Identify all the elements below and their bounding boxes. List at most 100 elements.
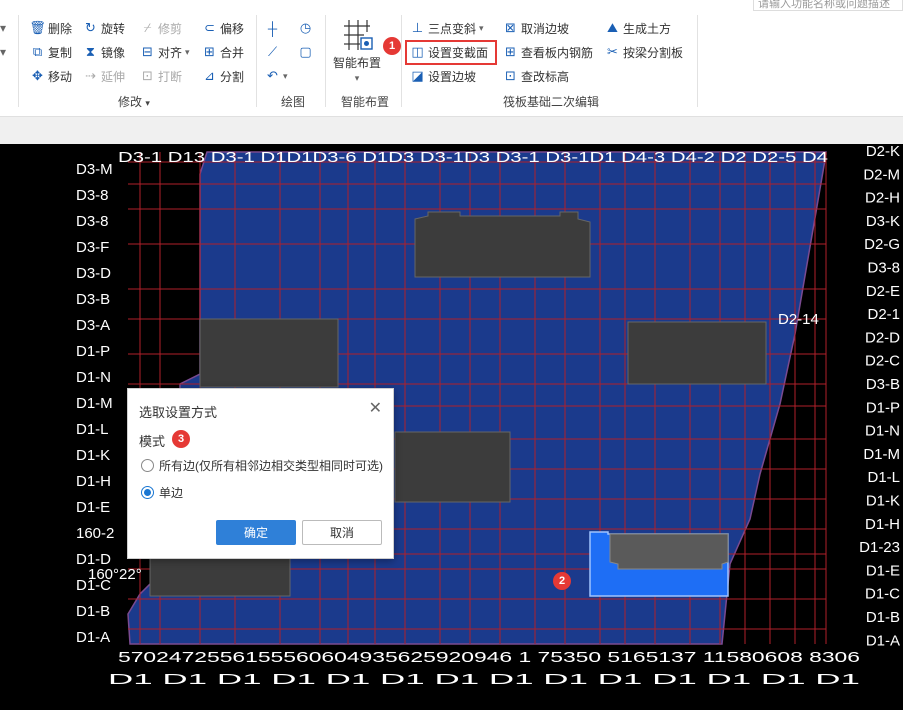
- pit-region[interactable]: [627, 321, 767, 385]
- axis-label: D3-K: [866, 213, 900, 230]
- draw-arc-button[interactable]: ↶ ▾: [265, 66, 287, 86]
- split-by-beam-button[interactable]: ✂ 按梁分割板: [605, 42, 683, 62]
- axis-label: D1-L: [867, 469, 900, 486]
- divider: [18, 15, 19, 107]
- axis-label: D1-N: [865, 423, 900, 440]
- move-button[interactable]: ✥ 移动: [30, 66, 72, 86]
- trim-button[interactable]: ⌿ 修剪: [140, 18, 182, 38]
- align-button[interactable]: ⊟ 对齐 ▾: [140, 42, 190, 62]
- rotate-button[interactable]: ↻ 旋转: [83, 18, 125, 38]
- copy-button[interactable]: ⧉ 复制: [30, 42, 72, 62]
- draw-arc-tool-button[interactable]: ◷: [298, 18, 313, 38]
- draw-line-button[interactable]: ⟋: [265, 42, 280, 62]
- overflow-chevron-icon[interactable]: ▾: [0, 18, 6, 38]
- axis-label: D3-F: [76, 239, 109, 256]
- align-icon: ⊟: [142, 44, 153, 59]
- axis-label: D1-A: [76, 629, 110, 646]
- trim-icon: ⌿: [143, 20, 152, 35]
- button-label: 打断: [158, 69, 183, 84]
- button-label: 按梁分割板: [623, 45, 684, 60]
- axis-label: D1-C: [76, 577, 111, 594]
- option-all-label: 所有边(仅所有相邻边相交类型相同时可选): [159, 459, 383, 473]
- button-label: 偏移: [220, 21, 245, 36]
- button-label: 复制: [48, 45, 73, 60]
- move-icon: ✥: [32, 68, 43, 83]
- top-axis-labels: D3-1 D13 D3-1 D1D1D3-6 D1D3 D3-1D3 D3-1 …: [118, 149, 828, 166]
- chevron-down-icon: ▾: [185, 46, 190, 57]
- merge-icon: ⊞: [204, 44, 215, 59]
- right-axis-labels: D2-K D2-M D2-H D3-K D2-G D3-8 D2-E D2-1 D2-D D2-C…: [859, 144, 900, 649]
- generate-earthwork-button[interactable]: ⛰ 生成土方: [605, 18, 671, 38]
- axis-label: D1-K: [866, 493, 900, 510]
- circle-icon: ◷: [299, 20, 312, 35]
- axis-label: D1-H: [76, 473, 111, 490]
- smart-layout-icon: [340, 18, 374, 52]
- axis-label: D2-E: [866, 283, 900, 300]
- edit-elevation-button[interactable]: ⊡ 查改标高: [503, 66, 569, 86]
- divider: [325, 15, 326, 107]
- draw-group-label: 绘图: [281, 95, 306, 109]
- sub-toolbar: [0, 116, 903, 144]
- split-icon: ⊿: [204, 68, 215, 83]
- axis-label: D1-M: [76, 395, 113, 412]
- set-slope-button[interactable]: ◪ 设置边坡: [410, 66, 476, 86]
- cancel-button[interactable]: 取消: [302, 520, 382, 545]
- axis-label: D1-C: [865, 586, 900, 603]
- smart-group-label: 智能布置: [341, 95, 390, 109]
- mirror-icon: ⧗: [85, 44, 96, 59]
- set-variable-section-icon: ◫: [411, 44, 424, 59]
- button-label: 修剪: [158, 21, 183, 36]
- radio-button[interactable]: [141, 459, 154, 472]
- set-variable-section-button[interactable]: ◫ 设置变截面: [410, 42, 488, 62]
- pit-region[interactable]: [149, 553, 291, 597]
- break-button[interactable]: ⊡ 打断: [140, 66, 182, 86]
- offset-button[interactable]: ⊂ 偏移: [202, 18, 244, 38]
- axis-label: D2-K: [866, 144, 900, 160]
- axis-label: D1-P: [76, 343, 110, 360]
- search-input[interactable]: 请输入功能名称或问题描述: [753, 0, 903, 11]
- axis-label: D3-8: [76, 187, 109, 204]
- pit-region[interactable]: [199, 318, 339, 388]
- smart-layout-button[interactable]: 智能布置 ▾: [333, 18, 381, 86]
- delete-button[interactable]: 🗑 删除: [29, 18, 73, 38]
- axis-label: D1-H: [865, 516, 900, 533]
- option-all-edges[interactable]: 所有边(仅所有相邻边相交类型相同时可选): [141, 457, 383, 474]
- axis-label: D1-M: [863, 446, 900, 463]
- pit-region[interactable]: [394, 431, 511, 503]
- axis-label: D1-L: [76, 421, 109, 438]
- cancel-slope-icon: ⊠: [505, 20, 516, 35]
- pit-region[interactable]: [609, 533, 729, 570]
- axis-label: D1-P: [866, 399, 900, 416]
- extend-icon: ⇢: [85, 68, 96, 83]
- split-button[interactable]: ⊿ 分割: [202, 66, 244, 86]
- cancel-slope-button[interactable]: ⊠ 取消边坡: [503, 18, 569, 38]
- axis-label: D2-D: [865, 329, 900, 346]
- pit-region[interactable]: [414, 211, 591, 278]
- button-label: 分割: [220, 69, 245, 84]
- offset-icon: ⊂: [204, 20, 215, 35]
- draw-point-button[interactable]: ┼: [265, 18, 280, 38]
- draw-rect-button[interactable]: ▢: [298, 42, 313, 62]
- break-icon: ⊡: [142, 68, 153, 83]
- radio-button-selected[interactable]: [141, 486, 154, 499]
- button-label: 移动: [48, 69, 73, 84]
- extend-button[interactable]: ⇢ 延伸: [83, 66, 125, 86]
- mirror-button[interactable]: ⧗ 镜像: [83, 42, 125, 62]
- merge-button[interactable]: ⊞ 合并: [202, 42, 244, 62]
- axis-label: D3-A: [76, 317, 110, 334]
- axis-label: D3-M: [76, 161, 113, 178]
- raft-group-label: 筏板基础二次编辑: [503, 95, 600, 109]
- axis-label: D1-E: [76, 499, 110, 516]
- confirm-button[interactable]: 确定: [216, 520, 296, 545]
- chevron-down-icon: ▾: [479, 22, 484, 33]
- button-label: 延伸: [101, 69, 126, 84]
- option-single-edge[interactable]: 单边: [141, 484, 183, 501]
- split-by-beam-icon: ✂: [607, 44, 618, 59]
- axis-label: D3-B: [866, 376, 900, 393]
- button-label: 对齐: [158, 45, 183, 60]
- close-icon[interactable]: ✕: [369, 398, 382, 418]
- three-point-slope-button[interactable]: ⊥ 三点变斜 ▾: [410, 18, 484, 38]
- overflow-chevron-icon[interactable]: ▾: [0, 42, 6, 62]
- button-label: 删除: [48, 21, 73, 36]
- view-rebar-button[interactable]: ⊞ 查看板内钢筋: [503, 42, 593, 62]
